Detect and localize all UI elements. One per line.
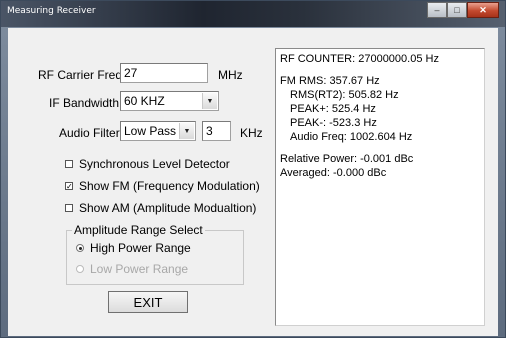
rf-carrier-freq-input[interactable]: 27: [120, 63, 208, 83]
audio-filter-type-select[interactable]: Low Pass ▼: [120, 121, 196, 141]
checkbox-show-am[interactable]: Show AM (Amplitude Modualtion): [65, 201, 256, 215]
if-bandwidth-label: IF Bandwidth: [49, 96, 120, 110]
window-controls: ‒ □ ✕: [427, 2, 499, 18]
checkbox-icon[interactable]: [65, 160, 73, 168]
checkbox-icon[interactable]: [65, 204, 73, 212]
exit-button[interactable]: EXIT: [108, 291, 188, 313]
peak-plus-readout: PEAK+: 525.4 Hz: [290, 103, 376, 115]
radio-label: Low Power Range: [90, 262, 189, 276]
averaged-readout: Averaged: -0.000 dBc: [280, 167, 387, 179]
radio-high-power-range[interactable]: High Power Range: [76, 241, 191, 255]
audio-filter-label: Audio Filter: [59, 126, 120, 140]
close-icon: ✕: [479, 4, 487, 15]
fm-rms-readout: FM RMS: 357.67 Hz: [280, 75, 380, 87]
checkbox-sync-level-detector[interactable]: Synchronous Level Detector: [65, 157, 230, 171]
chevron-down-icon[interactable]: ▼: [202, 93, 217, 109]
minimize-button[interactable]: ‒: [427, 2, 447, 18]
checkbox-label: Show FM (Frequency Modulation): [79, 179, 260, 193]
window-title: Measuring Receiver: [7, 6, 96, 16]
radio-selected-icon[interactable]: [76, 244, 84, 252]
close-button[interactable]: ✕: [467, 2, 499, 18]
audio-filter-type-value: Low Pass: [124, 124, 177, 138]
audio-freq-readout: Audio Freq: 1002.604 Hz: [290, 131, 413, 143]
checkbox-label: Show AM (Amplitude Modualtion): [79, 201, 257, 215]
radio-low-power-range: Low Power Range: [76, 262, 188, 276]
audio-filter-freq-input[interactable]: 3: [202, 121, 231, 141]
minimize-icon: ‒: [434, 5, 440, 15]
maximize-button[interactable]: □: [447, 2, 467, 18]
dialog-client-area: RF Carrier Freq 27 MHz IF Bandwidth 60 K…: [8, 28, 498, 336]
radio-label: High Power Range: [90, 241, 191, 255]
rf-carrier-unit: MHz: [218, 68, 243, 82]
checkbox-checked-icon[interactable]: ✓: [65, 182, 73, 191]
relative-power-readout: Relative Power: -0.001 dBc: [280, 153, 414, 165]
rf-carrier-freq-label: RF Carrier Freq: [38, 68, 123, 82]
rms-rt2-readout: RMS(RT2): 505.82 Hz: [290, 89, 399, 101]
radio-icon: [76, 265, 84, 273]
chevron-down-icon[interactable]: ▼: [179, 123, 194, 139]
audio-filter-unit: KHz: [240, 126, 263, 140]
title-bar[interactable]: Measuring Receiver ‒ □ ✕: [1, 1, 505, 27]
measuring-receiver-window: Measuring Receiver ‒ □ ✕ RF Carrier Freq…: [0, 0, 506, 338]
measurement-readout-panel: RF COUNTER: 27000000.05 Hz FM RMS: 357.6…: [275, 48, 485, 326]
amplitude-range-group-title: Amplitude Range Select: [72, 223, 205, 237]
amplitude-range-group: [66, 230, 244, 285]
checkbox-label: Synchronous Level Detector: [79, 157, 230, 171]
peak-minus-readout: PEAK-: -523.3 Hz: [290, 117, 377, 129]
if-bandwidth-select[interactable]: 60 KHZ ▼: [120, 91, 219, 111]
rf-counter-readout: RF COUNTER: 27000000.05 Hz: [280, 53, 439, 65]
if-bandwidth-value: 60 KHZ: [124, 94, 165, 108]
maximize-icon: □: [454, 5, 460, 15]
checkbox-show-fm[interactable]: ✓ Show FM (Frequency Modulation): [65, 179, 260, 193]
